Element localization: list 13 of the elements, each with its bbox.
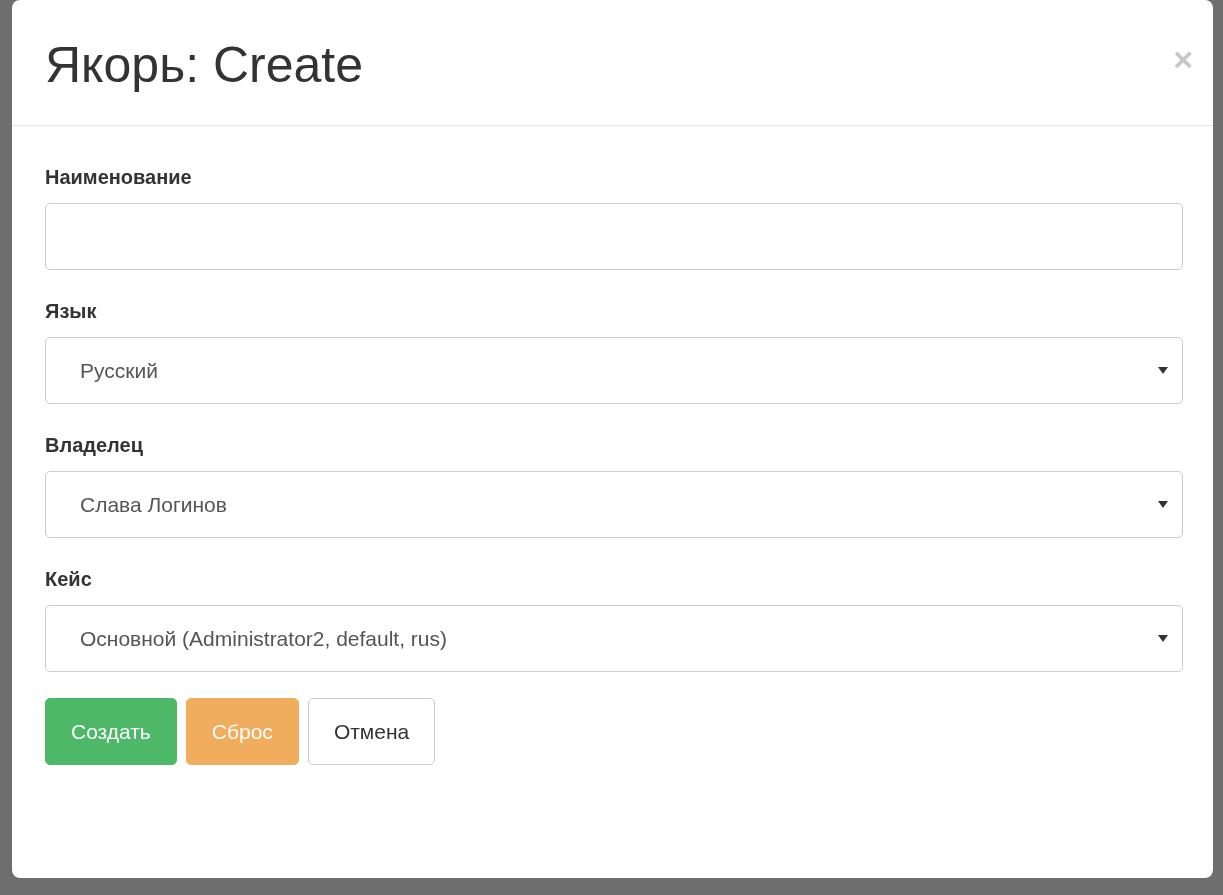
caret-icon (1158, 635, 1168, 642)
select-field[interactable]: Слава Логинов (45, 471, 1183, 538)
field-label: Наименование (45, 166, 192, 189)
field-label: Владелец (45, 434, 143, 457)
select-field[interactable]: Русский (45, 337, 1183, 404)
caret-icon (1158, 501, 1168, 508)
text-field[interactable] (45, 203, 1183, 270)
field-label: Кейс (45, 568, 92, 591)
field-label: Язык (45, 300, 97, 323)
dialog-title: Якорь: Create (45, 40, 364, 90)
select-field[interactable]: Основной (Administrator2, default, rus) (45, 605, 1183, 672)
caret-icon (1158, 367, 1168, 374)
action-button[interactable]: Отмена (307, 698, 436, 765)
